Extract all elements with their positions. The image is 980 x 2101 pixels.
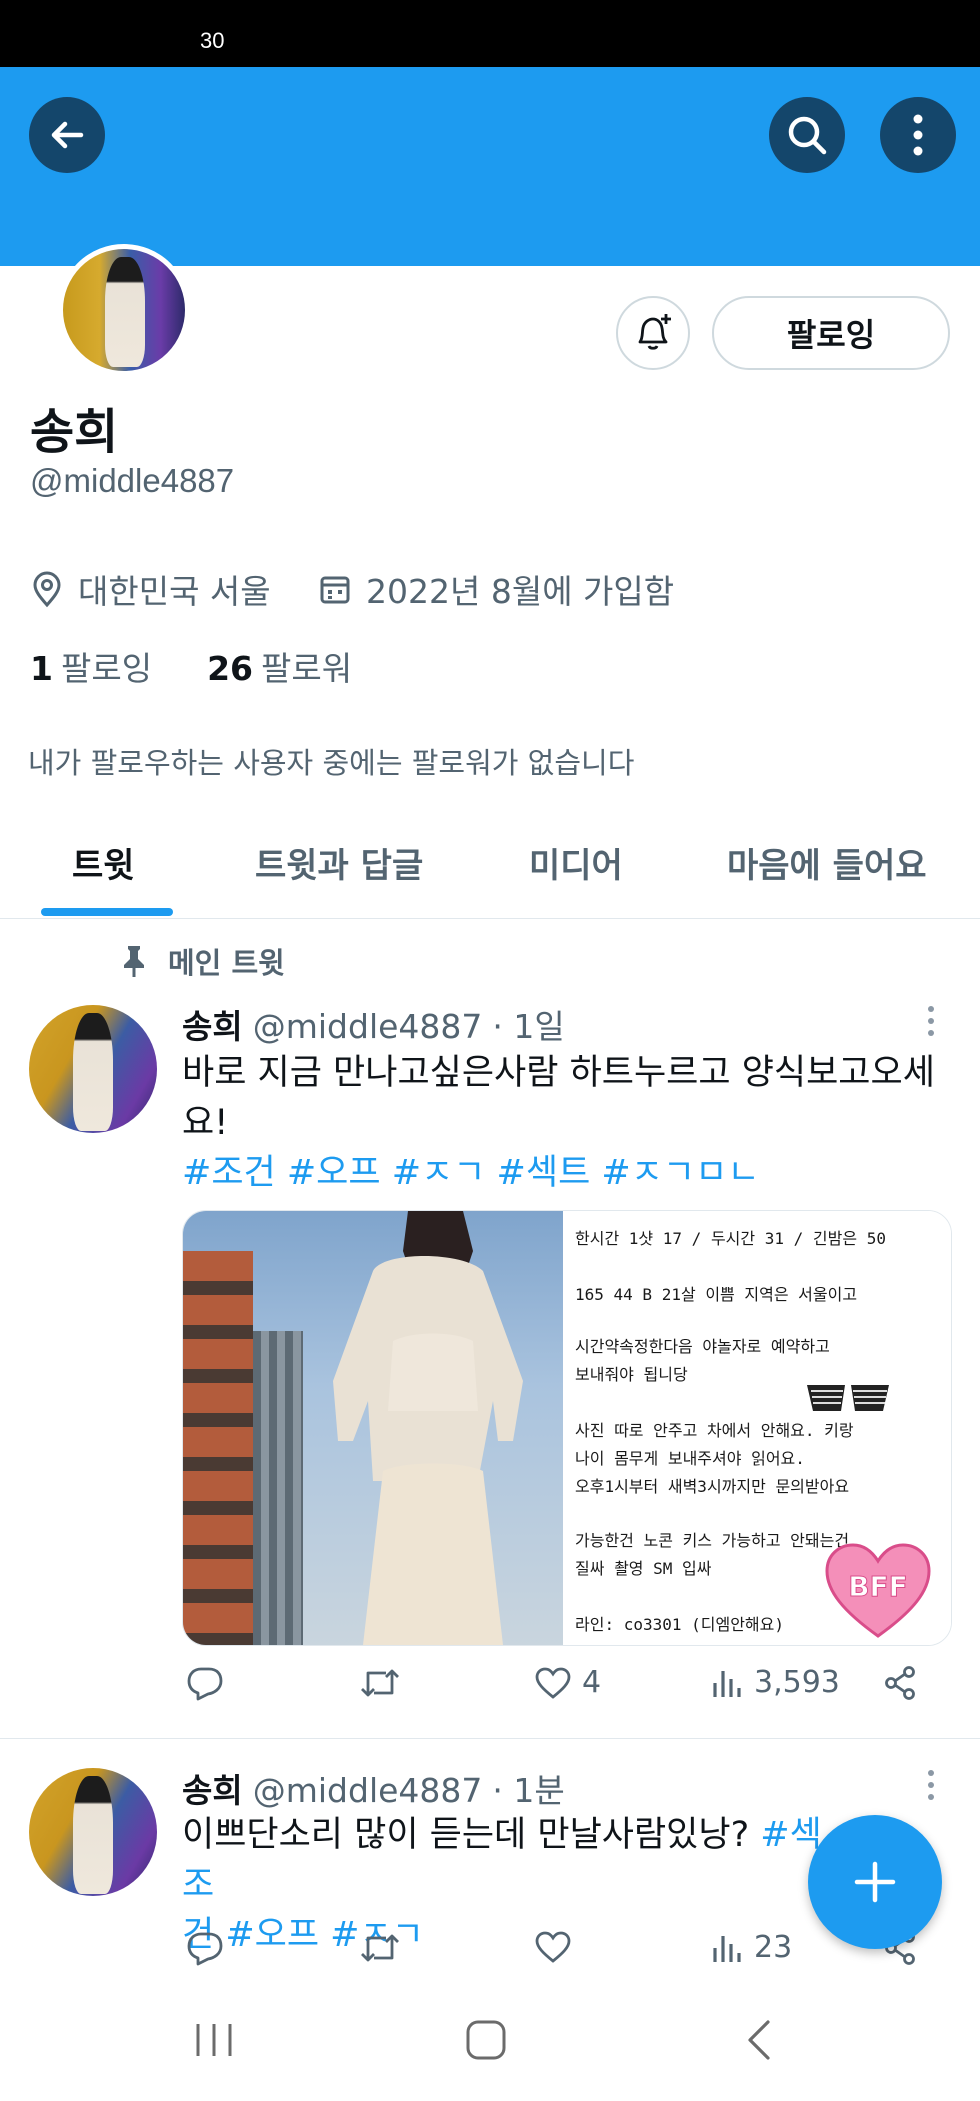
following-link[interactable]: 1 팔로잉 [30, 649, 152, 688]
location-text: 대한민국 서울 [78, 572, 271, 611]
profile-banner [0, 67, 980, 266]
recent-apps-icon[interactable] [192, 2020, 236, 2060]
views-icon [713, 1670, 741, 1697]
status-time: 30 [200, 28, 225, 53]
tweet-time: · 1분 [492, 1771, 565, 1810]
share-button[interactable] [882, 1665, 918, 1701]
views-button[interactable]: 23 [710, 1930, 792, 1965]
tab-tweets-replies[interactable]: 트윗과 답글 [255, 838, 423, 887]
active-tab-indicator [41, 908, 173, 916]
tweet-time: · 1일 [492, 1007, 565, 1046]
tweet-hashtags[interactable]: #조건 #오프 #ㅈㄱ #섹트 #ㅈㄱㅁㄴ [182, 1153, 760, 1193]
reply-icon [187, 1667, 223, 1701]
reply-icon [187, 1932, 223, 1966]
sunglasses-sticker [807, 1385, 889, 1411]
views-count: 3,593 [754, 1665, 840, 1700]
tweet-more-icon[interactable] [928, 1770, 934, 1806]
bell-plus-icon [638, 314, 671, 350]
pin-icon [124, 946, 144, 977]
following-button[interactable]: 팔로잉 [712, 296, 950, 370]
profile-location: 대한민국 서울 [30, 565, 271, 613]
tweet-author-name[interactable]: 송희 [182, 1000, 243, 1048]
tweet-avatar[interactable] [29, 1005, 157, 1133]
system-nav-bar [0, 1990, 980, 2101]
retweet-icon [361, 1934, 399, 1962]
tweet-header: 송희 @middle4887 · 1분 [182, 1764, 565, 1812]
mutual-followers-note: 내가 팔로우하는 사용자 중에는 팔로워가 없습니다 [28, 746, 635, 780]
status-bar: 30 [0, 0, 980, 67]
retweet-button[interactable] [358, 1665, 402, 1701]
home-icon[interactable] [464, 2018, 508, 2062]
notify-button[interactable] [616, 296, 690, 370]
media-photo [183, 1211, 563, 1645]
pinned-label: 메인 트윗 [120, 940, 285, 982]
tweet-actions: 23 [182, 1930, 922, 1980]
joined-text: 2022년 8월에 가입함 [366, 572, 675, 611]
tweet-author-handle[interactable]: @middle4887 [253, 1007, 483, 1046]
share-icon [885, 1666, 915, 1700]
back-nav-icon[interactable] [744, 2018, 774, 2062]
like-button[interactable]: 4 [534, 1665, 601, 1700]
profile-avatar[interactable] [58, 244, 190, 376]
back-arrow-icon [51, 121, 84, 149]
views-icon [713, 1935, 741, 1962]
heart-icon [535, 1667, 571, 1699]
tweet-text: 바로 지금 만나고싶은사람 하트누르고 양식보고오세요! #조건 #오프 #ㅈㄱ… [182, 1053, 935, 1193]
tweet-author-handle[interactable]: @middle4887 [253, 1771, 483, 1810]
search-icon [788, 116, 827, 155]
media-figure [333, 1211, 523, 1645]
reply-button[interactable] [186, 1930, 224, 1966]
profile-stats: 1 팔로잉 26 팔로워 [30, 642, 352, 690]
search-button[interactable] [769, 97, 845, 173]
tab-likes[interactable]: 마음에 들어요 [727, 838, 927, 887]
tab-tweets[interactable]: 트윗 [72, 838, 135, 887]
tweet-more-icon[interactable] [928, 1006, 934, 1042]
like-count: 4 [582, 1665, 602, 1700]
tweet-divider [0, 1738, 980, 1739]
compose-tweet-button[interactable] [808, 1815, 942, 1949]
tab-media[interactable]: 미디어 [529, 838, 623, 887]
profile-joined: 2022년 8월에 가입함 [318, 565, 674, 613]
media-notes: 한시간 1샷 17 / 두시간 31 / 긴밤은 50 165 44 B 21살… [563, 1211, 951, 1645]
back-button[interactable] [29, 97, 105, 173]
like-button[interactable] [534, 1930, 572, 1964]
views-button[interactable]: 3,593 [710, 1665, 840, 1700]
svg-text:BFF: BFF [848, 1570, 908, 1603]
tweet-avatar[interactable] [29, 1768, 157, 1896]
tweet-actions: 4 3,593 [182, 1665, 922, 1715]
profile-name: 송희 [30, 404, 119, 460]
profile-tabs: 트윗 트윗과 답글 미디어 마음에 들어요 [0, 808, 980, 919]
tweet-media[interactable]: 한시간 1샷 17 / 두시간 31 / 긴밤은 50 165 44 B 21살… [182, 1210, 952, 1646]
plus-icon [854, 1861, 896, 1903]
heart-sticker: BFF [825, 1543, 931, 1638]
more-button[interactable] [880, 97, 956, 173]
tweet-header: 송희 @middle4887 · 1일 [182, 1000, 565, 1048]
heart-icon [535, 1931, 571, 1963]
retweet-button[interactable] [358, 1930, 402, 1966]
tweet-author-name[interactable]: 송희 [182, 1764, 243, 1812]
more-vertical-icon [913, 114, 923, 156]
calendar-icon [320, 576, 350, 604]
reply-button[interactable] [186, 1665, 224, 1701]
profile-handle: @middle4887 [30, 462, 235, 499]
followers-link[interactable]: 26 팔로워 [207, 649, 352, 688]
location-pin-icon [33, 571, 61, 608]
retweet-icon [361, 1669, 399, 1697]
views-count: 23 [754, 1930, 793, 1965]
